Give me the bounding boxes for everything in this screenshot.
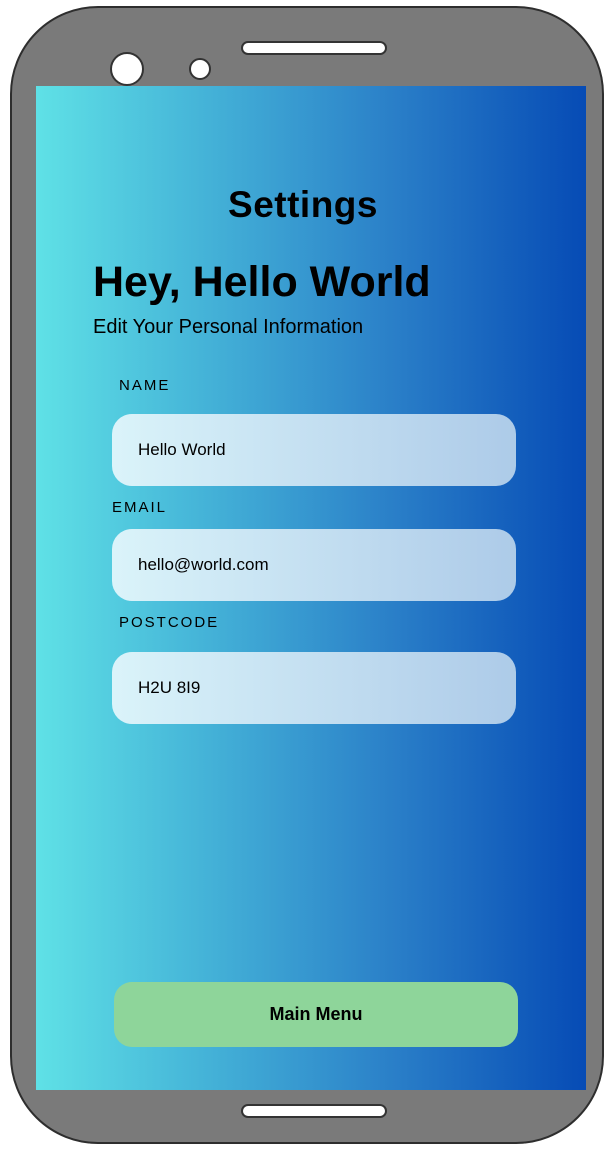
email-field[interactable]: hello@world.com (112, 529, 516, 601)
postcode-field[interactable]: H2U 8I9 (112, 652, 516, 724)
name-field[interactable]: Hello World (112, 414, 516, 486)
phone-frame: Settings Hey, Hello World Edit Your Pers… (10, 6, 604, 1144)
postcode-value: H2U 8I9 (138, 678, 201, 697)
earpiece-speaker (241, 41, 387, 55)
greeting-heading: Hey, Hello World (93, 258, 431, 306)
sensor-icon (189, 58, 211, 80)
name-label: NAME (119, 377, 171, 394)
home-indicator[interactable] (241, 1104, 387, 1118)
postcode-label: POSTCODE (119, 614, 220, 631)
app-screen: Settings Hey, Hello World Edit Your Pers… (36, 86, 586, 1090)
front-camera-icon (110, 52, 144, 86)
name-value: Hello World (138, 440, 226, 459)
page-subtitle: Edit Your Personal Information (93, 316, 364, 338)
email-label: EMAIL (112, 499, 168, 516)
page-title: Settings (228, 184, 378, 225)
main-menu-button[interactable]: Main Menu (114, 982, 518, 1047)
email-value: hello@world.com (138, 555, 269, 574)
